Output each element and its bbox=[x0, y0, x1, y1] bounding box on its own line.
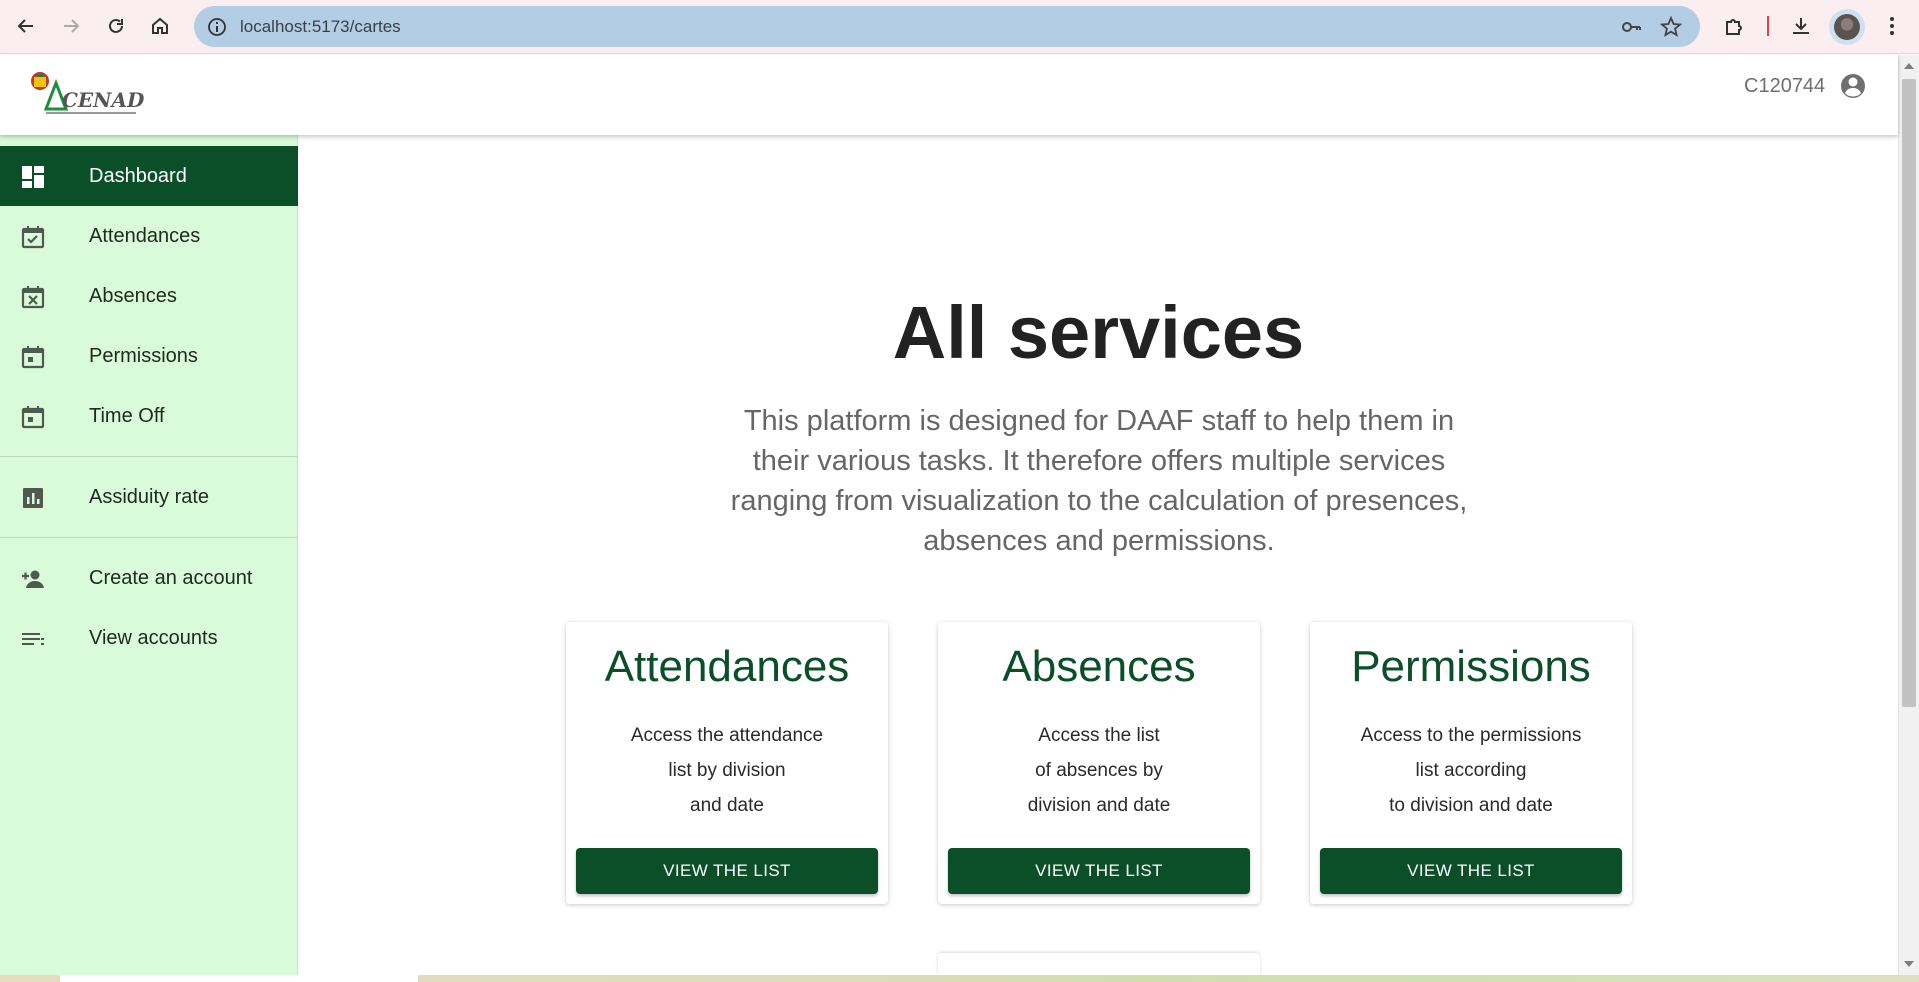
card-description: Access the attendance list by division a… bbox=[630, 725, 824, 816]
site-info-icon[interactable] bbox=[204, 14, 229, 39]
downloads-button[interactable] bbox=[1784, 9, 1818, 43]
profile-avatar[interactable] bbox=[1829, 9, 1865, 45]
card-title: Permissions bbox=[1351, 642, 1591, 691]
toolbar-divider bbox=[1767, 16, 1769, 36]
reload-button[interactable] bbox=[99, 9, 133, 43]
download-icon bbox=[1793, 18, 1809, 34]
service-card-absences: Absences Access the list of absences by … bbox=[938, 622, 1260, 904]
calendar-today-icon bbox=[21, 346, 45, 369]
app-header: CENADI C120744 bbox=[0, 55, 1898, 135]
bookmark-star-icon[interactable] bbox=[1658, 14, 1684, 40]
sidebar-item-label: Absences bbox=[89, 284, 177, 307]
home-button[interactable] bbox=[143, 9, 177, 43]
card-description: Access the list of absences by division … bbox=[1027, 725, 1171, 816]
scroll-down-arrow-icon[interactable] bbox=[1904, 961, 1914, 967]
sidebar: Dashboard Attendances Absences Permissio… bbox=[0, 135, 298, 975]
arrow-right-icon bbox=[64, 19, 80, 33]
sidebar-divider bbox=[0, 537, 298, 538]
service-card-partial bbox=[938, 953, 1260, 975]
sidebar-item-absences[interactable]: Absences bbox=[0, 266, 298, 326]
logo-wordmark: CENADI bbox=[62, 88, 144, 112]
sidebar-item-label: Attendances bbox=[89, 224, 201, 247]
person-add-icon bbox=[22, 570, 44, 588]
browser-menu-button[interactable] bbox=[1875, 9, 1909, 43]
puzzle-icon bbox=[1726, 19, 1742, 35]
account-circle-icon[interactable] bbox=[1838, 71, 1868, 101]
bar-chart-icon bbox=[23, 488, 43, 508]
calendar-x-icon bbox=[21, 286, 45, 309]
page-description: This platform is designed for DAAF staff… bbox=[730, 405, 1468, 557]
reload-icon bbox=[109, 18, 123, 33]
card-title: Absences bbox=[1002, 642, 1196, 691]
sidebar-item-label: Create an account bbox=[89, 566, 253, 589]
view-list-button[interactable]: VIEW THE LIST bbox=[1320, 848, 1622, 894]
kebab-menu-icon bbox=[1890, 17, 1894, 35]
service-card-attendances: Attendances Access the attendance list b… bbox=[566, 622, 888, 904]
main-content: All services This platform is designed f… bbox=[299, 135, 1898, 975]
address-bar[interactable]: localhost:5173/cartes bbox=[194, 6, 1700, 47]
sidebar-item-label: Assiduity rate bbox=[89, 485, 210, 508]
key-icon[interactable] bbox=[1618, 14, 1644, 40]
taskbar-strip bbox=[0, 975, 1919, 982]
view-list-button[interactable]: VIEW THE LIST bbox=[576, 848, 878, 894]
home-icon bbox=[152, 17, 168, 34]
cenadi-logo[interactable]: CENADI bbox=[28, 69, 154, 121]
dashboard-icon bbox=[22, 166, 44, 188]
view-list-button[interactable]: VIEW THE LIST bbox=[948, 848, 1250, 894]
sidebar-item-label: Permissions bbox=[89, 344, 198, 367]
sidebar-item-assiduity-rate[interactable]: Assiduity rate bbox=[0, 467, 298, 527]
forward-button[interactable] bbox=[54, 9, 88, 43]
sidebar-item-attendances[interactable]: Attendances bbox=[0, 206, 298, 266]
page-title: All services bbox=[892, 291, 1305, 374]
taskbar-segment bbox=[60, 975, 418, 982]
sidebar-item-create-account[interactable]: Create an account bbox=[0, 548, 298, 608]
back-button[interactable] bbox=[9, 9, 43, 43]
service-card-permissions: Permissions Access to the permissions li… bbox=[1310, 622, 1632, 904]
browser-toolbar: localhost:5173/cartes bbox=[0, 0, 1919, 54]
sidebar-item-label: Time Off bbox=[89, 404, 165, 427]
sidebar-item-label: Dashboard bbox=[89, 164, 187, 187]
scroll-up-arrow-icon[interactable] bbox=[1904, 63, 1914, 69]
page-scrollbar[interactable] bbox=[1898, 55, 1919, 975]
calendar-check-icon bbox=[21, 226, 45, 249]
user-id-label: C120744 bbox=[1744, 75, 1826, 97]
sidebar-divider bbox=[0, 456, 298, 457]
sidebar-item-dashboard[interactable]: Dashboard bbox=[0, 146, 298, 206]
extensions-button[interactable] bbox=[1717, 9, 1751, 43]
list-icon bbox=[22, 633, 44, 645]
arrow-left-icon bbox=[17, 19, 33, 33]
sidebar-item-time-off[interactable]: Time Off bbox=[0, 386, 298, 446]
scroll-thumb[interactable] bbox=[1902, 79, 1916, 707]
card-description: Access to the permissions list according… bbox=[1360, 725, 1582, 816]
sidebar-item-label: View accounts bbox=[89, 626, 218, 649]
card-title: Attendances bbox=[604, 642, 850, 691]
sidebar-item-permissions[interactable]: Permissions bbox=[0, 326, 298, 386]
calendar-today-icon bbox=[21, 406, 45, 429]
sidebar-item-view-accounts[interactable]: View accounts bbox=[0, 608, 298, 668]
url-text[interactable]: localhost:5173/cartes bbox=[240, 17, 401, 37]
